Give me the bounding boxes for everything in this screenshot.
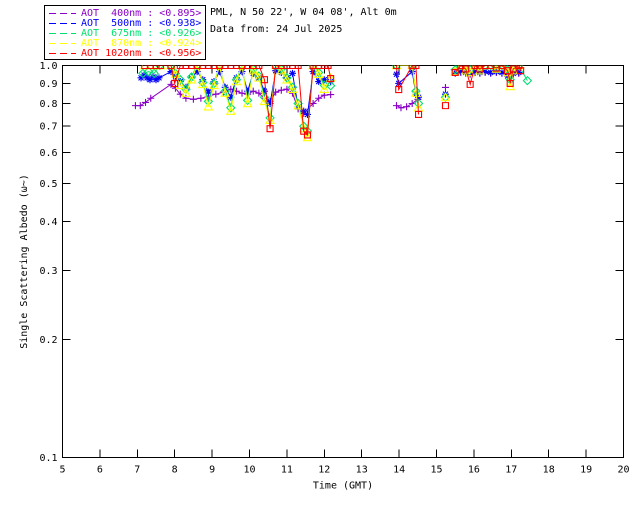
svg-text:0.6: 0.6	[39, 148, 57, 159]
svg-text:8: 8	[172, 465, 178, 476]
legend-item-675nm: AOT 675nm : <0.926>	[45, 28, 205, 39]
line-sample-icon	[49, 53, 76, 55]
line-sample-icon	[49, 43, 76, 45]
svg-text:Time (GMT): Time (GMT)	[313, 481, 373, 492]
legend-box: AOT 400nm : <0.895> AOT 500nm : <0.938> …	[44, 5, 206, 60]
station-info: PML, N 50 22', W 04 08', Alt 0m	[210, 7, 397, 18]
svg-text:12: 12	[318, 465, 330, 476]
svg-text:0.8: 0.8	[39, 99, 57, 110]
legend-label: AOT 1020nm : <0.956>	[81, 48, 202, 60]
svg-text:0.5: 0.5	[39, 179, 57, 190]
svg-text:17: 17	[505, 465, 517, 476]
svg-text:Single Scattering Albedo (ω~): Single Scattering Albedo (ω~)	[19, 174, 30, 349]
svg-text:19: 19	[580, 465, 592, 476]
svg-text:1.0: 1.0	[39, 61, 57, 72]
svg-text:18: 18	[543, 465, 555, 476]
line-sample-icon	[49, 32, 76, 34]
svg-text:11: 11	[281, 465, 293, 476]
aeronet-ssa-plot-window: 5 6 7 8 9 10 11 12 13 14 15 16 17 18 19 20 1.0 0.9 0.8 0.7 0…	[0, 0, 640, 512]
data-date: Data from: 24 Jul 2025	[210, 24, 343, 35]
svg-text:9: 9	[209, 465, 215, 476]
svg-text:0.1: 0.1	[39, 453, 57, 464]
legend-item-870nm: AOT 870nm : <0.924>	[45, 38, 205, 49]
svg-text:16: 16	[468, 465, 480, 476]
legend-item-500nm: AOT 500nm : <0.938>	[45, 18, 205, 29]
svg-text:20: 20	[617, 465, 629, 476]
svg-text:0.9: 0.9	[39, 79, 57, 90]
svg-text:0.2: 0.2	[39, 335, 57, 346]
ssa-chart-canvas: 5 6 7 8 9 10 11 12 13 14 15 16 17 18 19 20 1.0 0.9 0.8 0.7 0…	[19, 61, 630, 492]
svg-text:5: 5	[59, 465, 65, 476]
svg-text:15: 15	[430, 465, 442, 476]
svg-text:6: 6	[97, 465, 103, 476]
svg-text:7: 7	[134, 465, 140, 476]
svg-text:13: 13	[356, 465, 368, 476]
svg-text:0.4: 0.4	[39, 217, 57, 228]
svg-text:14: 14	[393, 465, 405, 476]
legend-item-1020nm: AOT 1020nm : <0.956>	[45, 48, 205, 60]
line-sample-icon	[49, 12, 76, 14]
line-sample-icon	[49, 22, 76, 24]
svg-text:0.7: 0.7	[39, 122, 57, 133]
legend-item-400nm: AOT 400nm : <0.895>	[45, 8, 205, 19]
svg-text:10: 10	[243, 465, 255, 476]
svg-text:0.3: 0.3	[39, 266, 57, 277]
